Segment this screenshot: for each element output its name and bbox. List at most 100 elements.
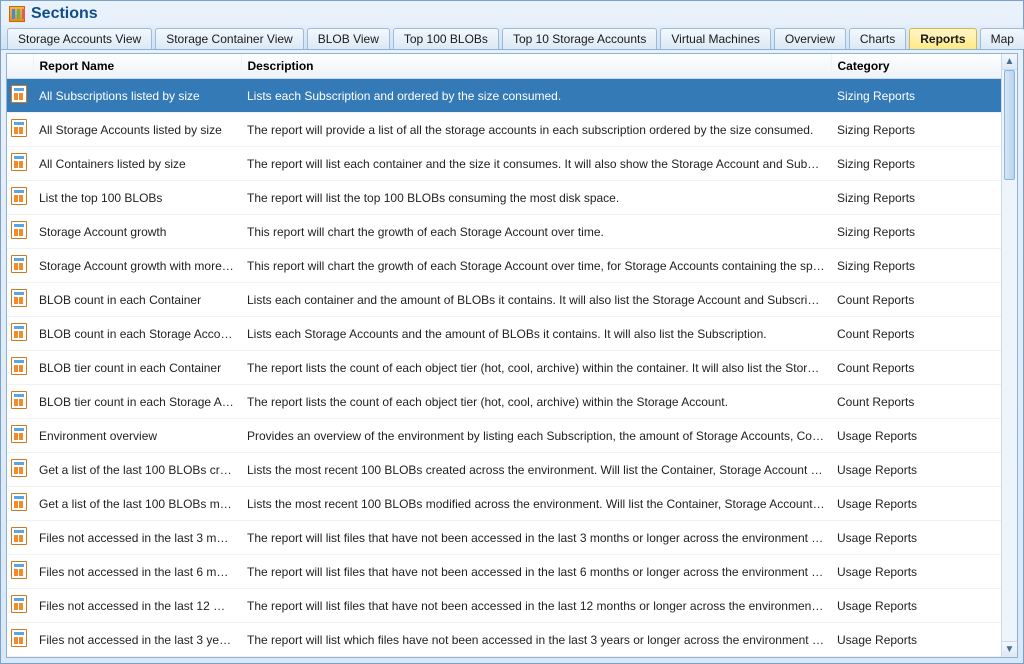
- report-description: The report will list files that have not…: [241, 589, 831, 623]
- report-icon-glyph: [11, 221, 27, 239]
- window-title: Sections: [31, 5, 98, 23]
- header-category[interactable]: Category: [831, 54, 1001, 79]
- table-row[interactable]: Files not accessed in the last 3 month..…: [7, 521, 1001, 555]
- report-description: The report will list files that have not…: [241, 521, 831, 555]
- header-icon[interactable]: [7, 54, 33, 79]
- report-description: This report will chart the growth of eac…: [241, 215, 831, 249]
- report-category: Sizing Reports: [831, 79, 1001, 113]
- tab-top-100-blobs[interactable]: Top 100 BLOBs: [393, 28, 499, 49]
- table-row[interactable]: BLOB tier count in each ContainerThe rep…: [7, 351, 1001, 385]
- report-icon: [7, 283, 33, 317]
- report-icon: [7, 555, 33, 589]
- grid-scroll[interactable]: Report Name Description Category All Sub…: [7, 54, 1001, 657]
- scrollbar[interactable]: ▲ ▼: [1001, 54, 1017, 657]
- report-category: Sizing Reports: [831, 215, 1001, 249]
- header-description[interactable]: Description: [241, 54, 831, 79]
- titlebar: Sections: [1, 1, 1023, 25]
- report-category: Count Reports: [831, 351, 1001, 385]
- table-row[interactable]: Storage Account growthThis report will c…: [7, 215, 1001, 249]
- report-category: Usage Reports: [831, 623, 1001, 657]
- report-icon: [7, 181, 33, 215]
- report-description: The report lists the count of each objec…: [241, 385, 831, 419]
- report-name: BLOB tier count in each Container: [33, 351, 241, 385]
- tab-charts[interactable]: Charts: [849, 28, 906, 49]
- report-category: Usage Reports: [831, 521, 1001, 555]
- table-row[interactable]: BLOB count in each ContainerLists each c…: [7, 283, 1001, 317]
- table-row[interactable]: Files not accessed in the last 6 month..…: [7, 555, 1001, 589]
- table-row[interactable]: Files not accessed in the last 12 mont..…: [7, 589, 1001, 623]
- report-icon-glyph: [11, 391, 27, 409]
- window-root: Sections Storage Accounts ViewStorage Co…: [0, 0, 1024, 664]
- report-name: Files not accessed in the last 3 years .…: [33, 623, 241, 657]
- table-row[interactable]: BLOB count in each Storage AccountLists …: [7, 317, 1001, 351]
- table-row[interactable]: Storage Account growth with more tha...T…: [7, 249, 1001, 283]
- report-category: Sizing Reports: [831, 113, 1001, 147]
- section-tabs: Storage Accounts ViewStorage Container V…: [1, 25, 1023, 50]
- table-row[interactable]: All Subscriptions listed by sizeLists ea…: [7, 79, 1001, 113]
- report-icon-glyph: [11, 493, 27, 511]
- report-icon-glyph: [11, 255, 27, 273]
- scrollbar-thumb[interactable]: [1004, 70, 1015, 180]
- tab-blob-view[interactable]: BLOB View: [307, 28, 390, 49]
- report-description: This report will chart the growth of eac…: [241, 249, 831, 283]
- report-name: Files not accessed in the last 3 month..…: [33, 521, 241, 555]
- report-icon: [7, 453, 33, 487]
- report-icon-glyph: [11, 595, 27, 613]
- table-row[interactable]: List the top 100 BLOBsThe report will li…: [7, 181, 1001, 215]
- report-description: Lists the most recent 100 BLOBs created …: [241, 453, 831, 487]
- sections-icon: [9, 6, 25, 22]
- report-category: Count Reports: [831, 317, 1001, 351]
- scroll-down-icon[interactable]: ▼: [1002, 641, 1017, 657]
- report-description: The report will list the top 100 BLOBs c…: [241, 181, 831, 215]
- report-icon-glyph: [11, 527, 27, 545]
- tab-map[interactable]: Map: [980, 28, 1024, 49]
- report-icon: [7, 521, 33, 555]
- table-row[interactable]: BLOB tier count in each Storage Acco...T…: [7, 385, 1001, 419]
- report-description: Lists each Storage Accounts and the amou…: [241, 317, 831, 351]
- table-row[interactable]: Get a list of the last 100 BLOBs created…: [7, 453, 1001, 487]
- tab-reports[interactable]: Reports: [909, 28, 976, 49]
- report-description: The report lists the count of each objec…: [241, 351, 831, 385]
- report-name: Files not accessed in the last 12 mont..…: [33, 589, 241, 623]
- report-name: BLOB tier count in each Storage Acco...: [33, 385, 241, 419]
- report-name: BLOB count in each Container: [33, 283, 241, 317]
- table-row[interactable]: Get a list of the last 100 BLOBs modifie…: [7, 487, 1001, 521]
- report-category: Sizing Reports: [831, 249, 1001, 283]
- reports-grid: Report Name Description Category All Sub…: [6, 53, 1018, 658]
- report-icon: [7, 487, 33, 521]
- report-icon-glyph: [11, 153, 27, 171]
- header-report-name[interactable]: Report Name: [33, 54, 241, 79]
- table-row[interactable]: Files not accessed in the last 3 years .…: [7, 623, 1001, 657]
- tab-overview[interactable]: Overview: [774, 28, 846, 49]
- report-category: Usage Reports: [831, 487, 1001, 521]
- report-icon: [7, 79, 33, 113]
- report-icon-glyph: [11, 187, 27, 205]
- report-description: Provides an overview of the environment …: [241, 419, 831, 453]
- report-name: BLOB count in each Storage Account: [33, 317, 241, 351]
- report-icon: [7, 623, 33, 657]
- report-icon-glyph: [11, 85, 27, 103]
- report-icon: [7, 147, 33, 181]
- report-name: Storage Account growth with more tha...: [33, 249, 241, 283]
- tab-virtual-machines[interactable]: Virtual Machines: [660, 28, 771, 49]
- report-name: Environment overview: [33, 419, 241, 453]
- table-row[interactable]: All Storage Accounts listed by sizeThe r…: [7, 113, 1001, 147]
- report-description: The report will list files that have not…: [241, 555, 831, 589]
- report-icon: [7, 589, 33, 623]
- table-row[interactable]: Environment overviewProvides an overview…: [7, 419, 1001, 453]
- report-description: Lists the most recent 100 BLOBs modified…: [241, 487, 831, 521]
- report-category: Count Reports: [831, 385, 1001, 419]
- report-description: The report will list each container and …: [241, 147, 831, 181]
- scroll-up-icon[interactable]: ▲: [1002, 54, 1017, 70]
- report-icon-glyph: [11, 323, 27, 341]
- report-name: List the top 100 BLOBs: [33, 181, 241, 215]
- tab-storage-accounts-view[interactable]: Storage Accounts View: [7, 28, 152, 49]
- reports-table: Report Name Description Category All Sub…: [7, 54, 1001, 657]
- table-row[interactable]: All Containers listed by sizeThe report …: [7, 147, 1001, 181]
- report-description: The report will provide a list of all th…: [241, 113, 831, 147]
- tab-storage-container-view[interactable]: Storage Container View: [155, 28, 304, 49]
- report-icon-glyph: [11, 561, 27, 579]
- report-icon: [7, 249, 33, 283]
- report-name: All Containers listed by size: [33, 147, 241, 181]
- tab-top-10-storage-accounts[interactable]: Top 10 Storage Accounts: [502, 28, 657, 49]
